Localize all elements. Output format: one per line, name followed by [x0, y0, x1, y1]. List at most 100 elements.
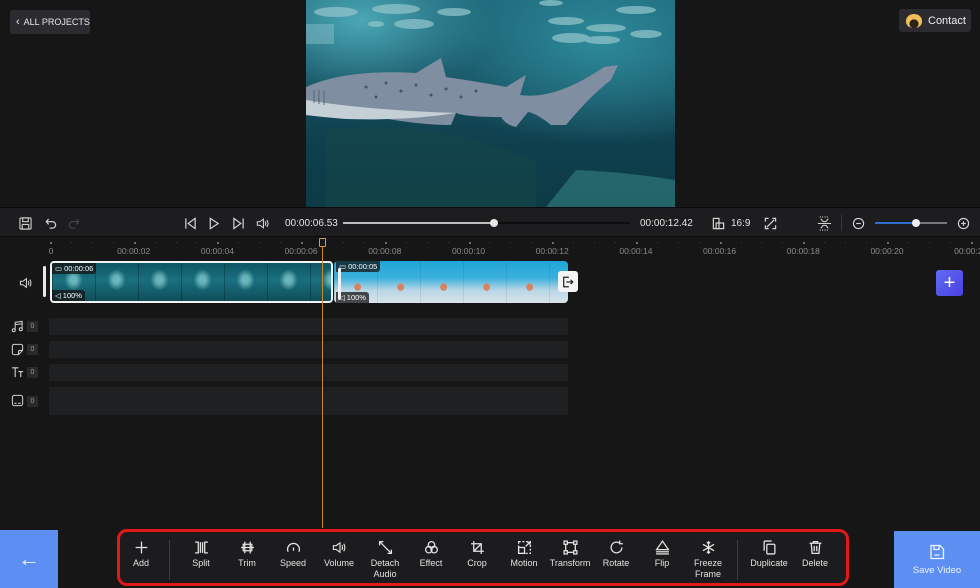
ruler-tick	[510, 242, 512, 243]
tool-label: Crop	[467, 558, 487, 568]
aspect-ratio-icon[interactable]	[710, 215, 726, 231]
tool-rotate-button[interactable]: Rotate	[591, 540, 641, 569]
ruler-tick	[949, 242, 951, 243]
tool-detach-audio-button[interactable]: Detach Audio	[360, 540, 410, 580]
contact-button[interactable]: Contact	[899, 9, 971, 32]
text-icon[interactable]	[11, 366, 25, 380]
zoom-slider-handle[interactable]	[912, 219, 921, 227]
redo-icon[interactable]	[66, 215, 82, 231]
edit-toolbar: Add Split Trim Speed Volume Detach Audio Effec…	[117, 529, 849, 586]
effect-icon	[424, 540, 439, 555]
toolbar-divider	[169, 540, 170, 580]
play-icon[interactable]	[206, 215, 222, 231]
tool-label: Duplicate	[750, 558, 788, 568]
tool-label: Freeze Frame	[693, 558, 722, 579]
ruler-label: 00:00:08	[368, 246, 402, 256]
track-row-text[interactable]	[49, 364, 568, 381]
track-row-subtitle[interactable]	[49, 387, 568, 415]
floppy-disk-icon[interactable]	[17, 215, 33, 231]
skip-forward-icon[interactable]	[230, 215, 246, 231]
track-start-handle[interactable]	[43, 266, 46, 297]
aspect-ratio-label[interactable]: 16:9	[731, 218, 750, 229]
tool-duplicate-button[interactable]: Duplicate	[744, 540, 794, 569]
track-count: 0	[27, 321, 38, 332]
chevron-left-icon: ‹	[16, 15, 20, 28]
timeline-zoom-slider[interactable]	[875, 219, 947, 227]
detach-icon	[378, 540, 393, 555]
expand-icon[interactable]	[762, 215, 778, 231]
ruler-tick	[384, 242, 387, 244]
zoom-out-icon[interactable]	[850, 215, 866, 231]
track-count: 0	[27, 344, 38, 355]
ruler-tick	[91, 242, 93, 243]
track-row-sticker[interactable]	[49, 341, 568, 358]
tool-freeze-frame-button[interactable]: Freeze Frame	[683, 540, 733, 580]
ruler-tick	[803, 242, 806, 244]
tool-crop-button[interactable]: Crop	[452, 540, 502, 569]
ruler-label: 00:00:04	[200, 246, 234, 256]
tool-speed-button[interactable]: Speed	[268, 540, 318, 569]
tool-motion-button[interactable]: Motion	[499, 540, 549, 569]
ruler-label: 00:00:06	[284, 246, 318, 256]
add-track-button[interactable]: +	[936, 270, 963, 296]
track-row-audio[interactable]	[49, 318, 568, 335]
plus-icon	[134, 540, 149, 555]
back-button[interactable]: ←	[0, 530, 58, 588]
zoom-in-icon[interactable]	[955, 215, 971, 231]
ruler-tick	[761, 242, 763, 243]
tool-label: Detach Audio	[370, 558, 400, 579]
sticker-icon[interactable]	[11, 343, 25, 357]
split-icon	[194, 540, 209, 555]
playhead-line	[322, 246, 323, 528]
plus-icon: +	[943, 271, 956, 294]
undo-icon[interactable]	[42, 215, 58, 231]
ruler-label: 00:00:12	[535, 246, 569, 256]
clip-trim-handle[interactable]	[338, 268, 341, 300]
speaker-icon[interactable]	[255, 215, 271, 231]
ruler-tick	[259, 242, 261, 243]
ruler-tick	[363, 242, 365, 243]
skip-back-icon[interactable]	[182, 215, 198, 231]
tool-label: Split	[192, 558, 210, 568]
ruler-tick	[573, 242, 575, 243]
ruler-tick	[824, 242, 826, 243]
tool-label: Volume	[323, 558, 355, 568]
ruler-tick	[887, 242, 889, 244]
all-projects-button[interactable]: ‹ ALL PROJECTS	[10, 10, 90, 34]
music-note-icon[interactable]	[11, 320, 25, 334]
ruler-tick	[50, 242, 52, 244]
tool-flip-button[interactable]: Flip	[637, 540, 687, 569]
tool-volume-button[interactable]: Volume	[314, 540, 364, 569]
ruler-label: 00:00:18	[786, 246, 820, 256]
ruler-tick	[970, 242, 973, 244]
floppy-disk-icon	[930, 544, 945, 559]
timeline-ruler[interactable]: 0 00:00:02 00:00:04 00:00:06 00:00:08 00:00:1…	[0, 238, 980, 258]
tool-transform-button[interactable]: Transform	[545, 540, 595, 569]
fit-timeline-icon[interactable]	[815, 214, 833, 232]
tool-split-button[interactable]: Split	[176, 540, 226, 569]
subtitle-icon[interactable]	[11, 394, 25, 408]
speaker-icon[interactable]	[18, 276, 34, 290]
video-clip[interactable]: ▭ 00:00:05 ◁ 100%	[334, 261, 568, 303]
transform-icon	[562, 540, 578, 555]
tool-label: Rotate	[602, 558, 630, 568]
exit-arrow-icon[interactable]	[558, 271, 578, 292]
track-count: 0	[27, 395, 38, 407]
video-clip[interactable]: ▭ 00:00:06 ◁ 100%	[50, 261, 333, 303]
ruler-label: 00:00:10	[451, 246, 486, 256]
tool-trim-button[interactable]: Trim	[222, 540, 272, 569]
tool-delete-button[interactable]: Delete	[790, 540, 840, 569]
seek-bar-handle[interactable]	[489, 219, 498, 227]
save-video-button[interactable]: Save Video	[894, 531, 980, 588]
seek-bar[interactable]	[343, 219, 630, 227]
ruler-tick	[154, 242, 156, 243]
total-time: 00:00:12.42	[640, 218, 693, 229]
ruler-tick	[468, 242, 471, 244]
ruler-label: 00:00:20	[870, 246, 904, 256]
user-avatar-icon	[906, 13, 922, 28]
tool-add-button[interactable]: Add	[116, 540, 166, 569]
video-preview[interactable]	[306, 0, 675, 207]
tool-effect-button[interactable]: Effect	[406, 540, 456, 569]
ruler-tick	[196, 242, 198, 243]
ruler-tick	[928, 242, 930, 243]
